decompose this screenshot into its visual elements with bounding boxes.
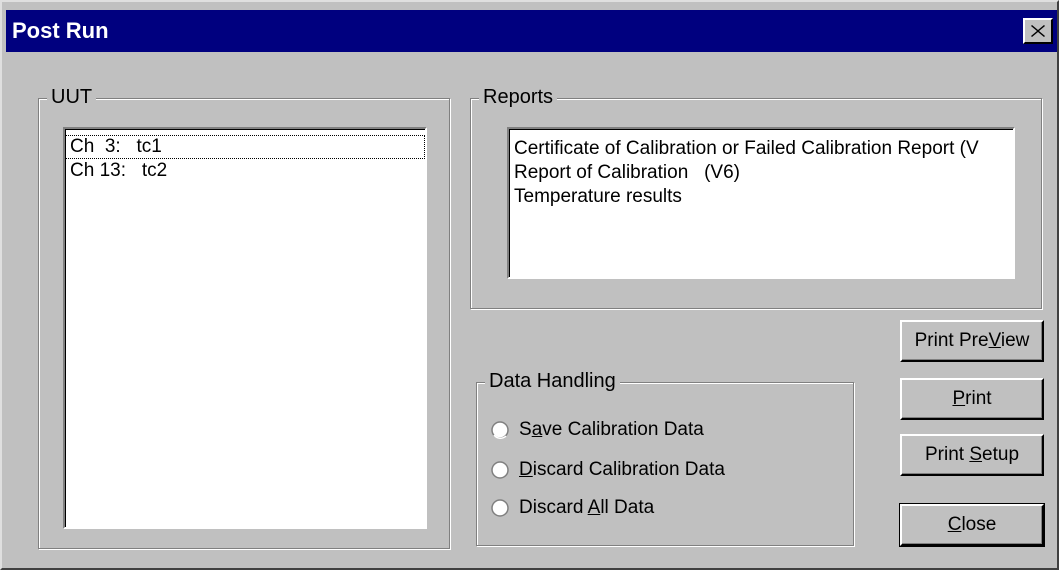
save-calibration-data-label: Save Calibration Data: [519, 419, 704, 440]
reports-group-label: Reports: [479, 83, 558, 111]
data-handling-group-label: Data Handling: [485, 367, 620, 395]
reports-list-item[interactable]: Certificate of Calibration or Failed Cal…: [509, 137, 1013, 161]
discard-all-data-label: Discard All Data: [519, 497, 655, 518]
radio-button-icon: [491, 421, 509, 439]
discard-all-data-radio[interactable]: Discard All Data: [491, 497, 654, 519]
print-button[interactable]: Print: [900, 378, 1044, 420]
reports-list-item[interactable]: Temperature results: [509, 185, 1013, 209]
print-setup-button[interactable]: Print Setup: [900, 434, 1044, 476]
uut-group: UUT Ch 3: tc1 Ch 13: tc2: [38, 83, 450, 549]
close-window-button[interactable]: [1023, 18, 1053, 44]
print-setup-label: Print Setup: [924, 444, 1020, 465]
uut-group-label: UUT: [47, 83, 97, 111]
reports-list-item[interactable]: Report of Calibration (V6): [509, 161, 1013, 185]
window-title: Post Run: [12, 18, 109, 43]
print-preview-button[interactable]: Print PreView: [900, 320, 1044, 362]
radio-button-icon: [491, 499, 509, 517]
uut-list-item[interactable]: Ch 3: tc1: [65, 135, 425, 159]
reports-group: Reports Certificate of Calibration or Fa…: [470, 83, 1042, 309]
discard-calibration-data-label: Discard Calibration Data: [519, 459, 725, 480]
uut-list-item[interactable]: Ch 13: tc2: [65, 159, 425, 183]
save-calibration-data-radio[interactable]: Save Calibration Data: [491, 419, 704, 441]
close-x-icon: [1031, 25, 1045, 37]
discard-calibration-data-radio[interactable]: Discard Calibration Data: [491, 459, 725, 481]
print-preview-label: Print PreView: [914, 330, 1030, 351]
data-handling-group: Data Handling Save Calibration Data Disc…: [476, 367, 854, 546]
radio-button-icon: [491, 461, 509, 479]
print-label: Print: [952, 388, 992, 409]
reports-listbox[interactable]: Certificate of Calibration or Failed Cal…: [507, 127, 1015, 279]
title-bar[interactable]: Post Run: [6, 10, 1057, 52]
close-button[interactable]: Close: [899, 503, 1045, 547]
post-run-dialog: Post Run UUT Ch 3: tc1 Ch 13: tc2 Report…: [0, 0, 1059, 570]
close-label: Close: [947, 514, 997, 535]
uut-listbox[interactable]: Ch 3: tc1 Ch 13: tc2: [63, 127, 427, 529]
